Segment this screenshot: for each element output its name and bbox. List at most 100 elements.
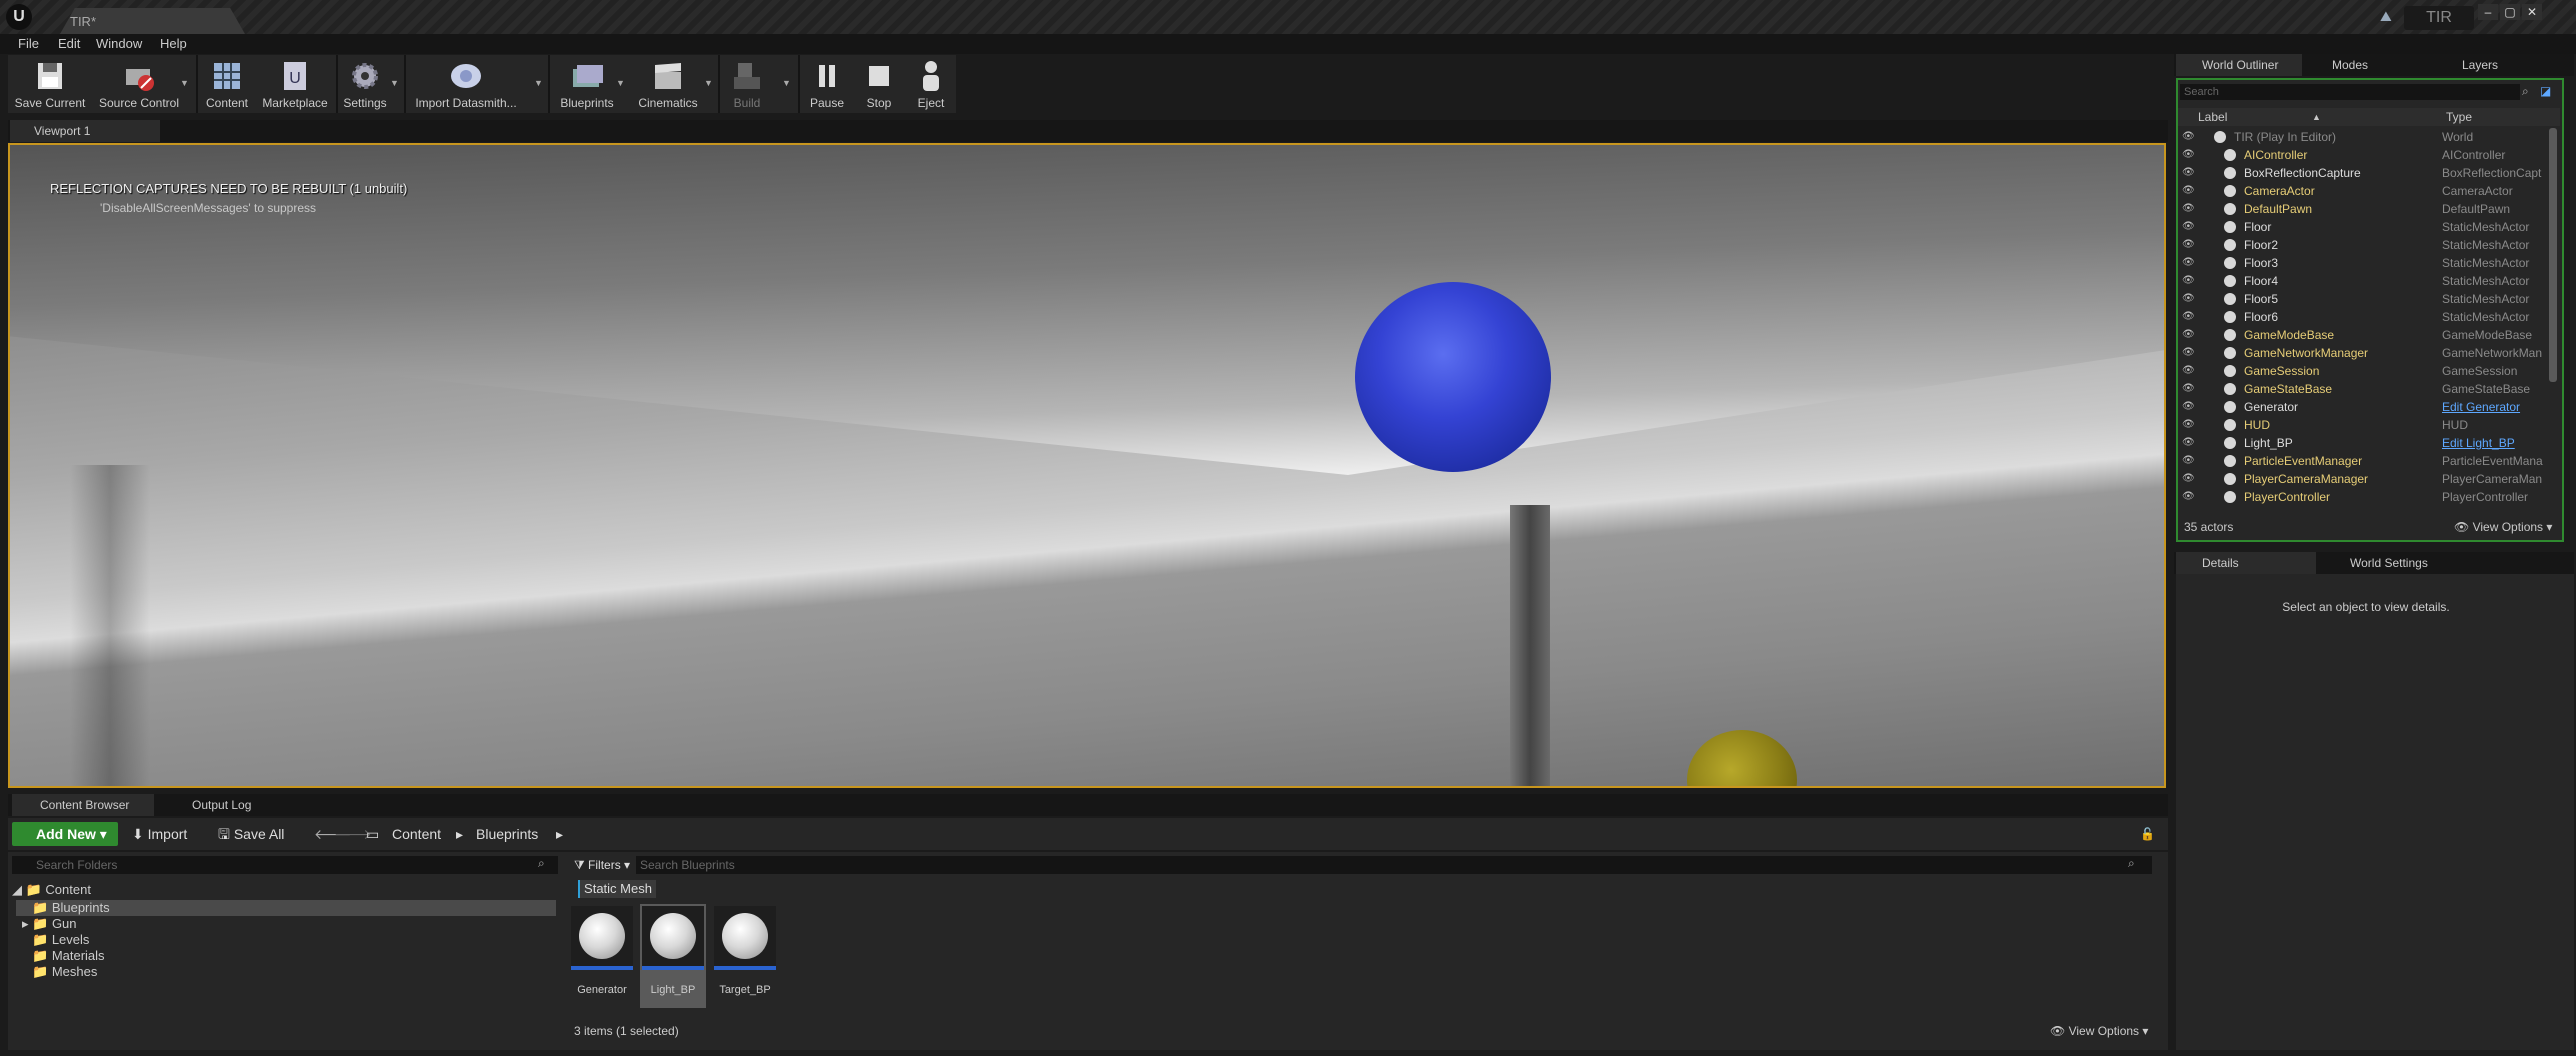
build-button[interactable]: Build — [722, 55, 772, 113]
add-new-button[interactable]: Add New ▾ — [12, 822, 118, 846]
visibility-eye-icon[interactable]: 👁 — [2182, 218, 2196, 236]
menu-window[interactable]: Window — [96, 34, 142, 54]
visibility-eye-icon[interactable]: 👁 — [2182, 326, 2196, 344]
tree-item-materials[interactable]: 📁 Materials — [32, 948, 105, 964]
outliner-row[interactable]: 👁 DefaultPawn DefaultPawn — [2178, 200, 2548, 218]
tree-item-blueprints[interactable]: 📁 Blueprints — [32, 900, 110, 916]
visibility-eye-icon[interactable]: 👁 — [2182, 254, 2196, 272]
outliner-row[interactable]: 👁 Floor4 StaticMeshActor — [2178, 272, 2548, 290]
tab-output-log[interactable]: Output Log — [164, 794, 274, 816]
visibility-eye-icon[interactable]: 👁 — [2182, 272, 2196, 290]
eject-button[interactable]: Eject — [906, 55, 956, 113]
import-datasmith-button[interactable]: Import Datasmith... — [408, 55, 524, 113]
tab-details[interactable]: Details — [2176, 552, 2316, 574]
outliner-row[interactable]: 👁 Floor5 StaticMeshActor — [2178, 290, 2548, 308]
visibility-eye-icon[interactable]: 👁 — [2182, 164, 2196, 182]
pause-button[interactable]: Pause — [802, 55, 852, 113]
search-blueprints-input[interactable]: Search Blueprints — [636, 856, 2152, 874]
source-control-dropdown-icon[interactable]: ▼ — [180, 78, 190, 88]
outliner-search-input[interactable]: Search — [2180, 84, 2520, 100]
outliner-row[interactable]: 👁 GameNetworkManager GameNetworkMan — [2178, 344, 2548, 362]
outliner-row[interactable]: 👁 BoxReflectionCapture BoxReflectionCapt — [2178, 164, 2548, 182]
tab-content-browser[interactable]: Content Browser — [12, 794, 154, 816]
document-tab[interactable]: TIR* — [60, 8, 245, 34]
outliner-row[interactable]: 👁 GameStateBase GameStateBase — [2178, 380, 2548, 398]
tab-viewport-1[interactable]: Viewport 1 — [10, 120, 160, 142]
tab-modes[interactable]: Modes — [2306, 54, 2422, 76]
tab-layers[interactable]: Layers — [2436, 54, 2556, 76]
cinematics-dropdown-icon[interactable]: ▼ — [704, 78, 714, 88]
column-type-header[interactable]: Type — [2446, 108, 2472, 126]
visibility-eye-icon[interactable]: 👁 — [2182, 344, 2196, 362]
breadcrumb-blueprints[interactable]: Blueprints — [476, 822, 538, 846]
blueprints-button[interactable]: Blueprints — [552, 55, 622, 113]
filters-button[interactable]: ⧩ Filters ▾ — [568, 856, 632, 874]
lock-icon[interactable]: 🔓 — [2140, 822, 2155, 846]
visibility-eye-icon[interactable]: 👁 — [2182, 182, 2196, 200]
outliner-row[interactable]: 👁 AIController AIController — [2178, 146, 2548, 164]
content-button[interactable]: Content — [200, 55, 254, 113]
visibility-eye-icon[interactable]: 👁 — [2182, 434, 2196, 452]
minimize-button[interactable]: – — [2478, 4, 2498, 20]
menu-help[interactable]: Help — [160, 34, 187, 54]
visibility-eye-icon[interactable]: 👁 — [2182, 488, 2196, 506]
visibility-eye-icon[interactable]: 👁 — [2182, 308, 2196, 326]
actor-type[interactable]: Edit Light_BP — [2442, 434, 2546, 452]
column-label-header[interactable]: Label — [2198, 108, 2227, 126]
outliner-row[interactable]: 👁 HUD HUD — [2178, 416, 2548, 434]
tab-world-outliner[interactable]: World Outliner — [2176, 54, 2302, 76]
actor-type[interactable]: Edit Generator — [2442, 398, 2546, 416]
outliner-row[interactable]: 👁 Floor3 StaticMeshActor — [2178, 254, 2548, 272]
stop-button[interactable]: Stop — [854, 55, 904, 113]
visibility-eye-icon[interactable]: 👁 — [2182, 128, 2196, 146]
outliner-row[interactable]: 👁 GameSession GameSession — [2178, 362, 2548, 380]
outliner-row[interactable]: 👁 PlayerController PlayerController — [2178, 488, 2548, 506]
settings-dropdown-icon[interactable]: ▼ — [390, 78, 400, 88]
menu-file[interactable]: File — [18, 34, 39, 54]
outliner-row[interactable]: 👁 Generator Edit Generator — [2178, 398, 2548, 416]
tab-world-settings[interactable]: World Settings — [2324, 552, 2464, 574]
asset-tile-target-bp[interactable]: Target_BP — [712, 904, 778, 1008]
menu-edit[interactable]: Edit — [58, 34, 80, 54]
visibility-eye-icon[interactable]: 👁 — [2182, 380, 2196, 398]
outliner-row[interactable]: 👁 CameraActor CameraActor — [2178, 182, 2548, 200]
save-all-button[interactable]: 🖫 Save All — [218, 822, 284, 846]
tree-item-levels[interactable]: 📁 Levels — [32, 932, 89, 948]
outliner-view-options-button[interactable]: 👁 View Options ▾ — [2454, 516, 2552, 538]
marketplace-button[interactable]: U Marketplace — [256, 55, 334, 113]
outliner-row[interactable]: 👁 Floor2 StaticMeshActor — [2178, 236, 2548, 254]
outliner-row[interactable]: 👁 TIR (Play In Editor) World — [2178, 128, 2548, 146]
visibility-eye-icon[interactable]: 👁 — [2182, 362, 2196, 380]
asset-tile-light-bp[interactable]: Light_BP — [640, 904, 706, 1008]
close-button[interactable]: ✕ — [2522, 4, 2542, 20]
outliner-row[interactable]: 👁 ParticleEventManager ParticleEventMana — [2178, 452, 2548, 470]
outliner-row[interactable]: 👁 GameModeBase GameModeBase — [2178, 326, 2548, 344]
tree-item-meshes[interactable]: 📁 Meshes — [32, 964, 97, 980]
cinematics-button[interactable]: Cinematics — [632, 55, 704, 113]
outliner-row[interactable]: 👁 Floor StaticMeshActor — [2178, 218, 2548, 236]
yellow-sphere-object[interactable] — [1687, 730, 1797, 786]
blue-sphere-object[interactable] — [1355, 282, 1551, 472]
outliner-scrollbar[interactable] — [2549, 128, 2557, 382]
tree-item-gun[interactable]: ▸ 📁 Gun — [22, 916, 77, 932]
visibility-eye-icon[interactable]: 👁 — [2182, 416, 2196, 434]
visibility-eye-icon[interactable]: 👁 — [2182, 146, 2196, 164]
source-control-button[interactable]: Source Control — [94, 55, 184, 113]
restore-button[interactable]: ▢ — [2500, 4, 2520, 20]
settings-button[interactable]: Settings — [340, 55, 390, 113]
asset-tile-generator[interactable]: Generator — [569, 904, 635, 1008]
blueprints-dropdown-icon[interactable]: ▼ — [616, 78, 626, 88]
visibility-eye-icon[interactable]: 👁 — [2182, 290, 2196, 308]
content-view-options-button[interactable]: 👁 View Options ▾ — [2050, 1024, 2148, 1038]
visibility-eye-icon[interactable]: 👁 — [2182, 470, 2196, 488]
visibility-eye-icon[interactable]: 👁 — [2182, 236, 2196, 254]
build-dropdown-icon[interactable]: ▼ — [782, 78, 792, 88]
breadcrumb-content[interactable]: Content — [392, 822, 441, 846]
outliner-row[interactable]: 👁 Light_BP Edit Light_BP — [2178, 434, 2548, 452]
outliner-row[interactable]: 👁 Floor6 StaticMeshActor — [2178, 308, 2548, 326]
visibility-eye-icon[interactable]: 👁 — [2182, 452, 2196, 470]
datasmith-dropdown-icon[interactable]: ▼ — [534, 78, 544, 88]
save-current-button[interactable]: Save Current — [10, 55, 90, 113]
create-folder-icon[interactable]: ◪ — [2540, 84, 2551, 98]
search-folders-input[interactable]: Search Folders — [12, 856, 558, 874]
